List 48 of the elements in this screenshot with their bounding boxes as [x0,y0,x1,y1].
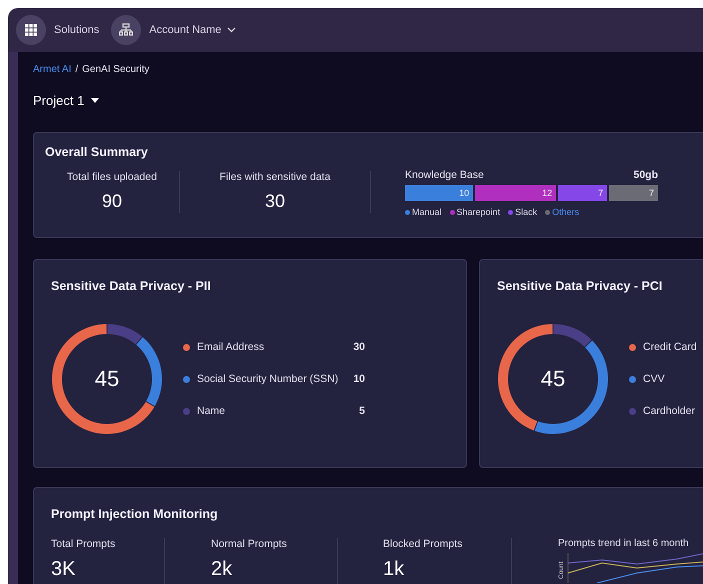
apps-button[interactable] [16,15,46,45]
legend-label: Sharepoint [456,207,500,217]
caret-icon [91,98,100,103]
account-dropdown[interactable]: Account Name [149,24,236,36]
legend-link[interactable]: Others [552,207,580,217]
stat-label: Blocked Prompts [383,538,464,550]
legend-label: Name [197,405,226,417]
legend-label: CVV [643,373,665,385]
stat-label: Normal Prompts [211,538,288,550]
breadcrumb-separator: / [75,64,78,74]
chevron-down-icon [227,27,236,33]
knowledge-base-label: Knowledge Base [405,169,484,181]
grid-icon [25,24,37,36]
total-count: 45 [94,366,120,392]
legend-label: Credit Card [643,341,697,353]
card-title: Sensitive Data Privacy - PCI [497,279,664,293]
hierarchy-icon [119,23,134,37]
account-button[interactable] [111,15,142,45]
stat-label: Total files uploaded [67,171,157,183]
legend-label: Manual [412,207,442,217]
stat-value: 30 [264,191,286,212]
legend-label: Social Security Number (SSN) [197,373,338,385]
legend-value: 10 [353,373,365,385]
bar-segment: 7 [558,185,608,201]
total-count: 45 [540,366,566,392]
legend-label: Email Address [197,341,264,353]
card-title: Prompt Injection Monitoring [51,507,219,521]
stat-label: Total Prompts [51,538,116,550]
stat-value: 3K [51,558,76,581]
card-title: Sensitive Data Privacy - PII [51,279,212,293]
bar-segment: 12 [475,185,556,201]
card-title: Overall Summary [45,145,149,159]
legend-value: 30 [353,341,365,353]
stat-label: Files with sensitive data [220,171,330,183]
project-dropdown[interactable]: Project 1 [33,93,100,108]
legend-value: 5 [359,405,365,417]
bar-segment: 7 [609,185,658,201]
legend-label: Slack [515,207,538,217]
chart-title: Prompts trend in last 6 month [558,538,690,549]
stat-value: 2k [211,558,234,581]
storage-size: 50gb [633,169,658,181]
legend-label: Cardholder [643,405,695,417]
stat-value: 1k [383,558,406,581]
solutions-label[interactable]: Solutions [54,24,100,36]
breadcrumb-link[interactable]: Armet AI [33,64,72,74]
breadcrumb-current: GenAI Security [82,64,150,74]
stat-value: 90 [102,191,122,212]
bar-segment: 10 [405,185,474,201]
